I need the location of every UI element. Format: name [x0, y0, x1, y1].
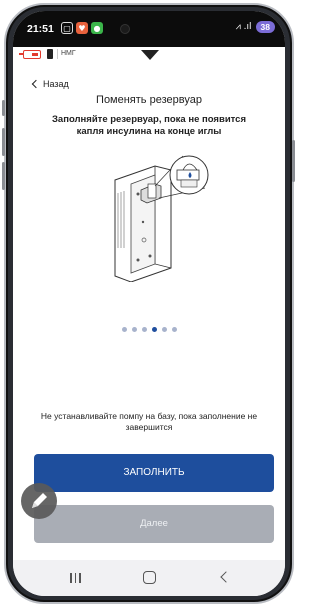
- page-title: Поменять резервуар: [96, 94, 202, 106]
- edit-pencil-icon: [32, 493, 47, 508]
- screenshot-icon: ▢: [61, 22, 73, 34]
- pager-dot-active: [151, 327, 157, 332]
- pull-down-handle-icon[interactable]: [135, 47, 165, 65]
- pump-illustration: [114, 155, 209, 282]
- screen: 21:51 ▢ ♥ ● ⩘ .ıl 38 НМГ Назад Поменять …: [13, 11, 285, 596]
- pager-dot: [161, 327, 167, 332]
- fill-button[interactable]: ЗАПОЛНИТЬ: [34, 454, 274, 492]
- notification-icons: ▢ ♥ ●: [61, 22, 103, 34]
- system-nav-bar: [13, 560, 285, 596]
- power-button: [292, 140, 295, 182]
- next-button: Далее: [34, 505, 274, 543]
- back-button[interactable]: Назад: [31, 79, 69, 89]
- pager-dot: [141, 327, 147, 332]
- pager-dot: [171, 327, 177, 332]
- reservoir-icon: [47, 49, 53, 59]
- battery-badge: 38: [255, 21, 275, 33]
- step-pager: [13, 327, 285, 332]
- pump-icon: [19, 50, 41, 59]
- status-bar: 21:51 ▢ ♥ ● ⩘ .ıl 38: [13, 11, 285, 47]
- recent-apps-icon[interactable]: [70, 573, 82, 583]
- back-label: Назад: [43, 79, 69, 89]
- side-button: [2, 162, 5, 190]
- pager-dot: [121, 327, 127, 332]
- back-icon[interactable]: [220, 571, 232, 583]
- heart-app-icon: ♥: [76, 22, 88, 34]
- chat-app-icon: ●: [91, 22, 103, 34]
- warning-text: Не устанавливайте помпу на базу, пока за…: [40, 411, 258, 432]
- pager-dot: [131, 327, 137, 332]
- back-chevron-icon: [31, 79, 41, 89]
- system-status: ⩘ .ıl 38: [236, 21, 275, 33]
- side-button: [2, 128, 5, 156]
- side-button: [2, 100, 5, 116]
- instruction-text: Заполняйте резервуар, пока не появится к…: [51, 114, 247, 137]
- cgm-label: НМГ: [61, 50, 76, 57]
- status-time: 21:51: [27, 23, 54, 35]
- camera-notch: [120, 24, 130, 34]
- wifi-signal-icon: ⩘ .ıl: [235, 22, 252, 32]
- home-icon[interactable]: [143, 571, 156, 584]
- edit-fab[interactable]: [21, 483, 57, 519]
- divider: [57, 49, 58, 59]
